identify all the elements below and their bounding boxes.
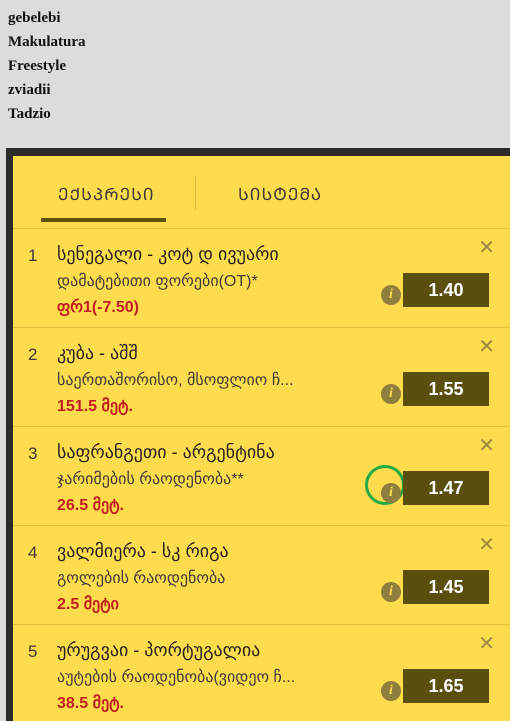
odds-button[interactable]: 1.55 — [403, 372, 489, 406]
bet-item: 4 ვალმიერა - სკ რიგა გოლების რაოდენობა 2… — [13, 526, 510, 625]
bet-item: 1 სენეგალი - კოტ დ ივუარი დამატებითი ფორ… — [13, 229, 510, 328]
username[interactable]: Tadzio — [8, 102, 86, 126]
bet-market: საერთაშორისო, მსოფლიო ჩ... — [57, 372, 294, 389]
info-icon[interactable]: i — [381, 384, 401, 404]
bet-match-title: საფრანგეთი - არგენტინა — [57, 442, 275, 462]
betslip-tabs: ᲔᲥᲡᲞᲠᲔᲡᲘ ᲡᲘᲡᲢᲔᲛᲐ — [13, 156, 510, 229]
bet-item: 3 საფრანგეთი - არგენტინა ჯარიმების რაოდე… — [13, 427, 510, 526]
info-icon[interactable]: i — [381, 582, 401, 602]
bet-match-title: ურუგვაი - პორტუგალია — [57, 640, 261, 660]
bet-market: აუტების რაოდენობა(ვიდეო ჩ... — [57, 669, 296, 686]
tab-system[interactable]: ᲡᲘᲡᲢᲔᲛᲐ — [238, 182, 322, 205]
bet-selection: 151.5 მეტ. — [57, 398, 133, 415]
bet-number: 1 — [28, 246, 38, 265]
bet-selection: 2.5 მეტი — [57, 596, 119, 613]
bet-match-title: სენეგალი - კოტ დ ივუარი — [57, 244, 279, 264]
info-icon[interactable]: i — [381, 285, 401, 305]
bet-market: დამატებითი ფორები(OT)* — [57, 273, 258, 290]
tab-express[interactable]: ᲔᲥᲡᲞᲠᲔᲡᲘ — [58, 182, 155, 205]
panel-pointer — [97, 148, 115, 149]
bet-match-title: კუბა - აშშ — [57, 343, 138, 363]
username-list: gebelebi Makulatura Freestyle zviadii Ta… — [8, 6, 86, 126]
remove-bet-icon[interactable]: ✕ — [478, 238, 495, 258]
odds-button[interactable]: 1.65 — [403, 669, 489, 703]
remove-bet-icon[interactable]: ✕ — [478, 634, 495, 654]
active-tab-indicator — [41, 218, 166, 222]
bet-item: 2 კუბა - აშშ საერთაშორისო, მსოფლიო ჩ... … — [13, 328, 510, 427]
remove-bet-icon[interactable]: ✕ — [478, 436, 495, 456]
odds-button[interactable]: 1.47 — [403, 471, 489, 505]
bet-number: 2 — [28, 345, 38, 364]
betslip-panel: ᲔᲥᲡᲞᲠᲔᲡᲘ ᲡᲘᲡᲢᲔᲛᲐ 1 სენეგალი - კოტ დ ივუა… — [6, 148, 510, 721]
tab-divider — [195, 176, 196, 210]
bet-item: 5 ურუგვაი - პორტუგალია აუტების რაოდენობა… — [13, 625, 510, 721]
bet-number: 3 — [28, 444, 38, 463]
username[interactable]: Freestyle — [8, 54, 86, 78]
odds-button[interactable]: 1.40 — [403, 273, 489, 307]
remove-bet-icon[interactable]: ✕ — [478, 535, 495, 555]
info-icon[interactable]: i — [381, 483, 401, 503]
bet-market: ჯარიმების რაოდენობა** — [57, 471, 244, 488]
odds-button[interactable]: 1.45 — [403, 570, 489, 604]
bet-selection: ფრ1(-7.50) — [57, 299, 139, 316]
bet-number: 5 — [28, 642, 38, 661]
username[interactable]: gebelebi — [8, 6, 86, 30]
username[interactable]: zviadii — [8, 78, 86, 102]
bet-market: გოლების რაოდენობა — [57, 570, 226, 587]
username[interactable]: Makulatura — [8, 30, 86, 54]
bet-number: 4 — [28, 543, 38, 562]
bet-selection: 26.5 მეტ. — [57, 497, 124, 514]
betslip-body: ᲔᲥᲡᲞᲠᲔᲡᲘ ᲡᲘᲡᲢᲔᲛᲐ 1 სენეგალი - კოტ დ ივუა… — [13, 156, 510, 721]
bet-selection: 38.5 მეტ. — [57, 695, 124, 712]
bet-match-title: ვალმიერა - სკ რიგა — [57, 541, 229, 561]
info-icon[interactable]: i — [381, 681, 401, 701]
remove-bet-icon[interactable]: ✕ — [478, 337, 495, 357]
